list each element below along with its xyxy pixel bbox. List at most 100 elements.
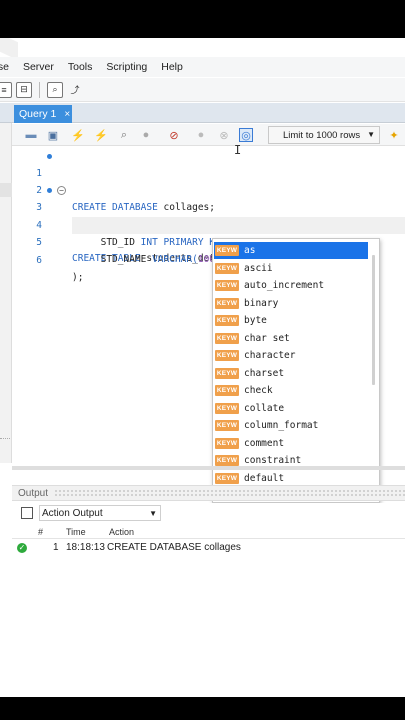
autocomplete-item-label: byte <box>244 315 267 326</box>
autocomplete-item-label: binary <box>244 297 279 309</box>
code-token: VARCHAR( <box>152 254 198 265</box>
stop-icon[interactable]: ● <box>139 128 153 142</box>
open-file-icon[interactable]: ▬ <box>24 128 38 142</box>
menu-item-server[interactable]: Server <box>23 61 54 73</box>
menu-item-scripting[interactable]: Scripting <box>106 61 147 73</box>
keyword-badge-icon: KEYW <box>215 350 239 361</box>
execute-current-icon[interactable]: ⚡ <box>94 128 108 142</box>
navigator-row-marker <box>0 183 12 197</box>
column-header-number: # <box>38 527 44 537</box>
keyword-badge-icon: KEYW <box>215 367 239 379</box>
autocomplete-item[interactable]: KEYW charset <box>214 365 368 382</box>
grid-header: # Time Action <box>12 525 405 539</box>
drag-grip[interactable] <box>54 489 405 497</box>
output-panel-header: Output <box>12 485 405 501</box>
success-check-icon: ✓ <box>17 543 27 553</box>
autocomplete-item-label: collate <box>244 402 285 414</box>
autocomplete-popup[interactable]: KEYW as KEYW ascii KEYW auto_increment KEYW bin… <box>212 238 380 503</box>
keyword-badge-icon: KEYW <box>215 245 239 256</box>
rollback-icon[interactable]: ⊗ <box>217 128 231 142</box>
keyword-badge-icon: KEYW <box>215 297 239 309</box>
keyword-badge-icon: KEYW <box>215 315 239 326</box>
autocomplete-item[interactable]: KEYW auto_increment <box>214 277 368 294</box>
save-file-icon[interactable]: ▣ <box>46 128 60 142</box>
autocomplete-item-label: ascii <box>244 262 273 274</box>
column-header-time: Time <box>66 527 86 537</box>
tab-label: Query 1 <box>19 108 57 120</box>
scrollbar-thumb[interactable] <box>372 255 375 385</box>
panel-splitter[interactable] <box>12 466 405 470</box>
action-output-grid: # Time Action ✓ 1 18:18:13 CREATE DATABA… <box>12 525 405 695</box>
autocomplete-item-label: as <box>244 245 256 256</box>
autocomplete-item[interactable]: KEYW byte <box>214 312 368 329</box>
tab-query-1[interactable]: Query 1 × <box>14 105 72 123</box>
keyword-badge-icon: KEYW <box>215 420 239 431</box>
autocomplete-item[interactable]: KEYW column_format <box>214 417 368 434</box>
code-line-1: 1 CREATE DATABASE collages; <box>12 148 405 213</box>
chevron-down-icon: ▼ <box>149 509 157 518</box>
autocomplete-item[interactable]: KEYW comment <box>214 435 368 452</box>
commit-icon[interactable]: ● <box>194 128 208 142</box>
table-row[interactable]: ✓ 1 18:18:13 CREATE DATABASE collages <box>12 540 405 556</box>
statement-marker-icon <box>47 188 52 193</box>
code-text: STD_NAME VARCHAR(100) <box>72 251 221 268</box>
autocomplete-item-label: charset <box>244 367 285 379</box>
menu-item-help[interactable]: Help <box>161 61 183 73</box>
query-tab-strip: Query 1 × <box>0 103 405 123</box>
navigator-panel-edge <box>0 123 12 463</box>
keyword-badge-icon: KEYW <box>215 385 239 396</box>
execute-icon[interactable]: ⚡ <box>71 128 85 142</box>
sidebar-splitter[interactable] <box>0 438 10 462</box>
sql-editor-toolbar: ▬ ▣ ⚡ ⚡ ⌕ ● ⊘ ● ⊗ ◎ Limit to 1000 rows ▼… <box>12 124 405 146</box>
menu-item-tools[interactable]: Tools <box>68 61 93 73</box>
menu-item-database[interactable]: ase <box>0 61 9 73</box>
statement-marker-icon <box>47 154 52 159</box>
output-toolbar: Action Output ▼ <box>12 503 405 523</box>
toolbar-divider <box>39 81 40 98</box>
autocomplete-item[interactable]: KEYW as <box>214 242 368 259</box>
chevron-down-icon: ▼ <box>367 130 375 139</box>
search-table-icon[interactable]: ⌕ <box>47 81 63 98</box>
table-data-search-icon[interactable]: ⊟ <box>16 81 32 98</box>
autocommit-icon[interactable]: ◎ <box>239 128 253 142</box>
autocomplete-item-label: character <box>244 350 296 361</box>
autocomplete-item[interactable]: KEYW check <box>214 382 368 399</box>
autocomplete-scrollbar[interactable] <box>371 255 377 485</box>
column-header-action: Action <box>109 527 135 537</box>
code-token: ); <box>72 272 84 283</box>
code-text: ); <box>72 269 83 286</box>
close-tab-icon[interactable]: × <box>64 109 70 120</box>
limit-rows-value: Limit to 1000 rows <box>283 129 361 141</box>
keyword-badge-icon: KEYW <box>215 332 239 344</box>
autocomplete-item-label: comment <box>244 437 285 449</box>
autocomplete-item-label: char set <box>244 332 290 344</box>
limit-rows-select[interactable]: Limit to 1000 rows ▼ <box>268 126 380 144</box>
code-line-2: 2 <box>12 165 405 196</box>
autocomplete-item[interactable]: KEYW character <box>214 347 368 364</box>
copy-output-icon[interactable] <box>21 507 33 519</box>
autocomplete-item[interactable]: KEYW binary <box>214 295 368 312</box>
autocomplete-item-label: check <box>244 385 273 396</box>
keyword-badge-icon: KEYW <box>215 455 239 466</box>
autocomplete-item[interactable]: KEYW ascii <box>214 260 368 277</box>
toggle-error-icon[interactable]: ⊘ <box>167 128 181 142</box>
explain-icon[interactable]: ⌕ <box>117 128 131 142</box>
line-number: 6 <box>36 255 42 266</box>
row-number: 1 <box>53 542 59 553</box>
row-action: CREATE DATABASE collages <box>107 542 241 553</box>
autocomplete-item[interactable]: KEYW default <box>214 470 368 487</box>
autocomplete-item-label: auto_increment <box>244 280 325 291</box>
reconnect-icon[interactable]: ⤴ <box>67 82 83 98</box>
autocomplete-item[interactable]: KEYW char set <box>214 330 368 347</box>
video-bottom-border <box>0 697 405 720</box>
output-type-value: Action Output <box>42 507 103 519</box>
output-type-select[interactable]: Action Output ▼ <box>39 505 161 521</box>
row-time: 18:18:13 <box>66 542 105 553</box>
schema-inspector-icon[interactable]: ≡ <box>0 81 12 98</box>
autocomplete-item[interactable]: KEYW collate <box>214 400 368 417</box>
autocomplete-item-label: default <box>244 472 285 484</box>
beautify-icon[interactable]: ✦ <box>387 128 401 142</box>
code-line-3: 3 − CREATE TABLE students_details( <box>12 182 405 264</box>
autocomplete-item-label: constraint <box>244 455 302 466</box>
fold-toggle-icon[interactable]: − <box>57 186 66 195</box>
